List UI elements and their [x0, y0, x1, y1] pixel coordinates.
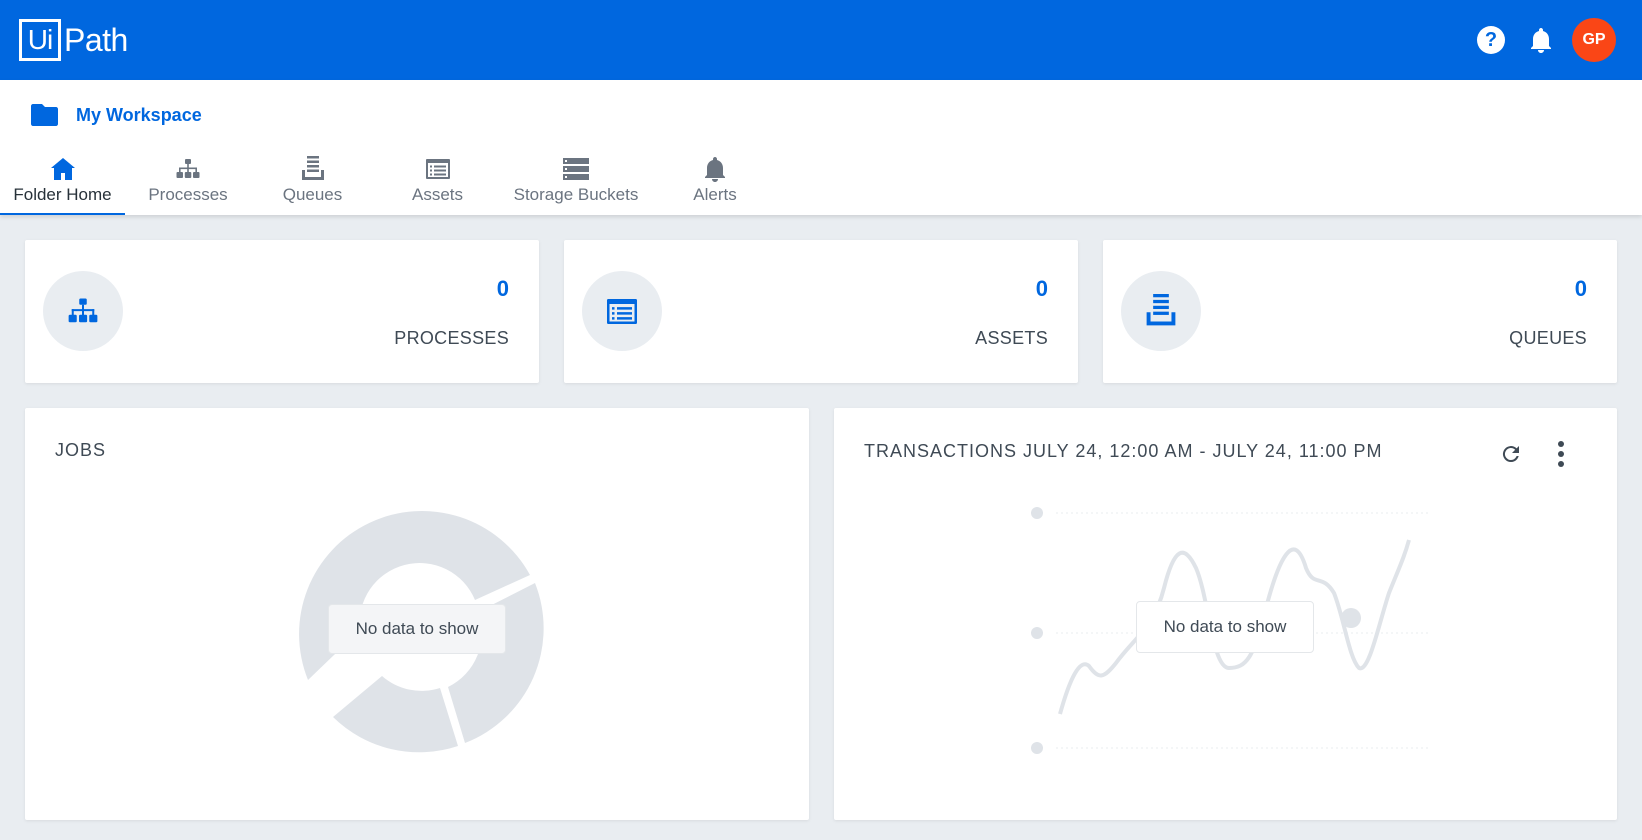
tab-storage-buckets[interactable]: Storage Buckets: [510, 150, 642, 215]
tab-processes[interactable]: Processes: [138, 150, 238, 215]
tab-label: Storage Buckets: [513, 185, 639, 204]
bell-icon: [704, 156, 726, 182]
tab-label: Processes: [148, 185, 228, 204]
logo-path-text: Path: [64, 21, 128, 58]
queue-icon: [1121, 271, 1201, 351]
asset-icon: [425, 156, 450, 182]
no-data-message: No data to show: [1136, 601, 1314, 653]
transactions-panel: TRANSACTIONS JULY 24, 12:00 AM - JULY 24…: [834, 408, 1617, 820]
help-icon[interactable]: ?: [1477, 26, 1505, 54]
folder-header: My Workspace Folder Home Processes Queue…: [0, 80, 1642, 215]
stat-label: ASSETS: [975, 328, 1048, 348]
uipath-logo[interactable]: Ui Path: [19, 19, 128, 61]
logo-ui-mark: Ui: [19, 19, 61, 61]
tab-label: Assets: [411, 185, 464, 204]
tab-queues[interactable]: Queues: [265, 150, 360, 215]
jobs-panel: JOBS No data to show: [25, 408, 809, 820]
user-avatar[interactable]: GP: [1572, 18, 1616, 62]
asset-icon: [582, 271, 662, 351]
queues-stat-card[interactable]: 0 QUEUES: [1103, 240, 1617, 383]
tab-assets[interactable]: Assets: [390, 150, 485, 215]
workspace-breadcrumb[interactable]: My Workspace: [31, 104, 202, 126]
assets-stat-card[interactable]: 0 ASSETS: [564, 240, 1078, 383]
stat-label: PROCESSES: [394, 328, 509, 348]
storage-icon: [563, 156, 589, 182]
folder-icon: [31, 104, 58, 126]
queue-icon: [301, 156, 324, 182]
notifications-bell-icon[interactable]: [1527, 26, 1555, 54]
sitemap-icon: [176, 156, 200, 182]
no-data-message: No data to show: [328, 604, 506, 654]
stat-value: 0: [1035, 276, 1048, 301]
donut-segment: [333, 676, 458, 753]
workspace-label: My Workspace: [76, 104, 202, 125]
tab-label: Folder Home: [13, 185, 112, 204]
tab-label: Alerts: [693, 185, 737, 204]
processes-stat-card[interactable]: 0 PROCESSES: [25, 240, 539, 383]
tab-label: Queues: [282, 185, 343, 204]
tab-alerts[interactable]: Alerts: [670, 150, 760, 215]
stat-label: QUEUES: [1509, 328, 1587, 348]
tab-folder-home[interactable]: Folder Home: [0, 150, 125, 215]
home-icon: [50, 156, 75, 182]
stat-value: 0: [1574, 276, 1587, 301]
sitemap-icon: [43, 271, 123, 351]
stat-value: 0: [496, 276, 509, 301]
top-bar: Ui Path ? GP: [0, 0, 1642, 80]
